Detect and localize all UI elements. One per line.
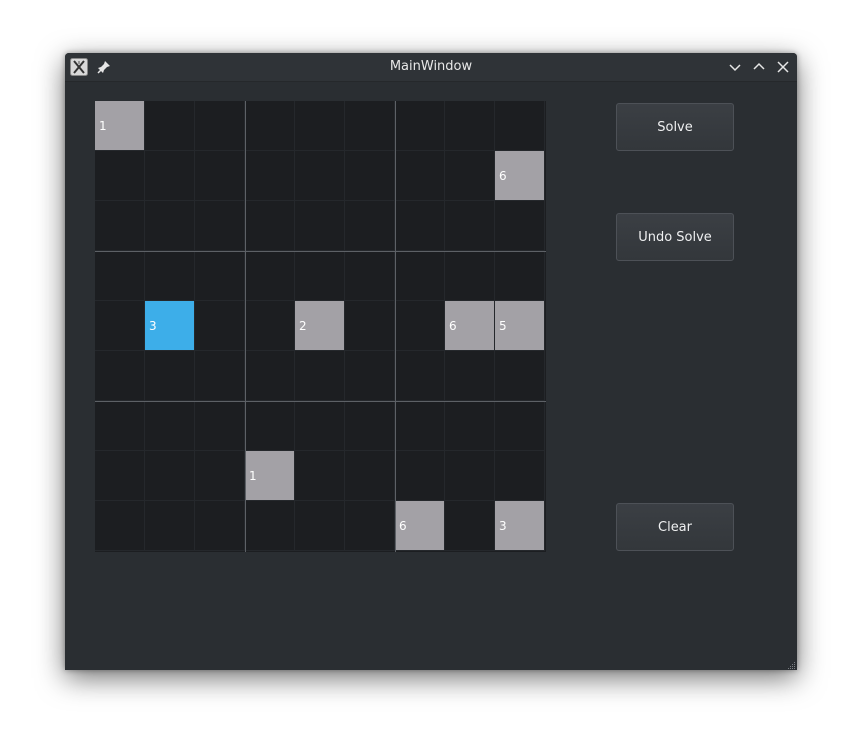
close-icon[interactable] — [775, 59, 791, 75]
sudoku-cell[interactable] — [345, 151, 395, 201]
sudoku-cell[interactable] — [395, 301, 445, 351]
sudoku-cell[interactable] — [145, 351, 195, 401]
sudoku-cell[interactable] — [245, 101, 295, 151]
sudoku-cell[interactable] — [345, 301, 395, 351]
sudoku-cell[interactable] — [245, 501, 295, 551]
sudoku-cell[interactable]: 1 — [245, 451, 295, 501]
sudoku-cell[interactable] — [495, 401, 545, 451]
sudoku-cell[interactable] — [395, 451, 445, 501]
sudoku-cell[interactable] — [145, 451, 195, 501]
sudoku-cell[interactable] — [245, 301, 295, 351]
sudoku-cell[interactable] — [495, 351, 545, 401]
sudoku-cell[interactable] — [245, 151, 295, 201]
sudoku-cell[interactable] — [295, 101, 345, 151]
sudoku-cell[interactable] — [445, 451, 495, 501]
sudoku-cell[interactable] — [395, 151, 445, 201]
sudoku-cell[interactable] — [245, 251, 295, 301]
solve-button[interactable]: Solve — [616, 103, 734, 151]
sudoku-cell[interactable]: 6 — [445, 301, 495, 351]
sudoku-cell[interactable] — [445, 151, 495, 201]
sudoku-cell[interactable] — [445, 351, 495, 401]
undo-solve-button[interactable]: Undo Solve — [616, 213, 734, 261]
title-bar[interactable]: MainWindow — [65, 53, 797, 82]
sudoku-cell[interactable] — [445, 101, 495, 151]
sudoku-cell[interactable] — [345, 101, 395, 151]
sudoku-cell[interactable] — [495, 101, 545, 151]
sudoku-cell[interactable] — [195, 251, 245, 301]
sudoku-cell[interactable] — [95, 151, 145, 201]
sudoku-cell[interactable] — [195, 151, 245, 201]
sudoku-cell[interactable] — [395, 351, 445, 401]
sudoku-cell[interactable] — [195, 401, 245, 451]
box-divider-horizontal — [95, 251, 546, 252]
sudoku-cell[interactable] — [395, 251, 445, 301]
sudoku-cell[interactable] — [445, 501, 495, 551]
sudoku-cell[interactable] — [295, 401, 345, 451]
sudoku-cell[interactable] — [95, 251, 145, 301]
sudoku-cell[interactable]: 6 — [495, 151, 545, 201]
sudoku-cell[interactable] — [295, 451, 345, 501]
sudoku-cell[interactable]: 3 — [495, 501, 545, 551]
sudoku-cell[interactable]: 1 — [95, 101, 145, 151]
sudoku-cell[interactable]: 5 — [495, 301, 545, 351]
sudoku-cell[interactable]: 6 — [395, 501, 445, 551]
sudoku-cell[interactable] — [295, 151, 345, 201]
resize-grip-icon[interactable] — [784, 657, 796, 669]
sudoku-cell[interactable] — [95, 451, 145, 501]
sudoku-cell[interactable] — [395, 401, 445, 451]
sudoku-cell[interactable] — [395, 201, 445, 251]
sudoku-cell[interactable] — [245, 201, 295, 251]
sudoku-grid: 163265163 — [95, 101, 546, 552]
sudoku-cell[interactable] — [95, 401, 145, 451]
sudoku-cell[interactable] — [195, 501, 245, 551]
sudoku-cell[interactable] — [445, 401, 495, 451]
sudoku-cell[interactable] — [445, 201, 495, 251]
chevron-up-icon[interactable] — [751, 59, 767, 75]
main-window: MainWindow 163265163 Solve Undo Solve Cl… — [65, 53, 797, 670]
sudoku-cell[interactable] — [295, 351, 345, 401]
sudoku-cell[interactable] — [195, 451, 245, 501]
sudoku-cell[interactable] — [295, 251, 345, 301]
sudoku-cell[interactable] — [145, 201, 195, 251]
sudoku-cell[interactable] — [495, 201, 545, 251]
sudoku-cell[interactable] — [95, 301, 145, 351]
sudoku-cell[interactable]: 2 — [295, 301, 345, 351]
sudoku-cell[interactable] — [145, 151, 195, 201]
sudoku-cell[interactable] — [495, 451, 545, 501]
sudoku-cell[interactable] — [395, 101, 445, 151]
box-divider-horizontal — [95, 401, 546, 402]
box-divider-vertical — [245, 101, 246, 552]
sudoku-cell[interactable] — [145, 401, 195, 451]
sudoku-cell[interactable] — [345, 201, 395, 251]
sudoku-cell[interactable] — [345, 251, 395, 301]
sudoku-cell[interactable] — [495, 251, 545, 301]
sudoku-cell[interactable] — [195, 301, 245, 351]
sudoku-cell[interactable] — [345, 451, 395, 501]
sudoku-cell[interactable] — [195, 201, 245, 251]
sudoku-cell[interactable] — [95, 351, 145, 401]
sudoku-cell[interactable] — [345, 351, 395, 401]
sudoku-cell[interactable] — [295, 501, 345, 551]
sudoku-cell[interactable] — [345, 401, 395, 451]
sudoku-cell[interactable] — [245, 401, 295, 451]
window-title: MainWindow — [389, 59, 473, 74]
sudoku-cell[interactable] — [145, 101, 195, 151]
sudoku-cell[interactable] — [145, 501, 195, 551]
sudoku-cell[interactable] — [145, 251, 195, 301]
sudoku-cell[interactable] — [245, 351, 295, 401]
sudoku-cell[interactable] — [445, 251, 495, 301]
sudoku-cell[interactable] — [195, 101, 245, 151]
sudoku-cell[interactable]: 3 — [145, 301, 195, 351]
clear-button[interactable]: Clear — [616, 503, 734, 551]
chevron-down-icon[interactable] — [727, 59, 743, 75]
sudoku-cell[interactable] — [95, 501, 145, 551]
box-divider-vertical — [395, 101, 396, 552]
sudoku-cell[interactable] — [95, 201, 145, 251]
sudoku-cell[interactable] — [195, 351, 245, 401]
sudoku-cell[interactable] — [295, 201, 345, 251]
sudoku-cell[interactable] — [345, 501, 395, 551]
